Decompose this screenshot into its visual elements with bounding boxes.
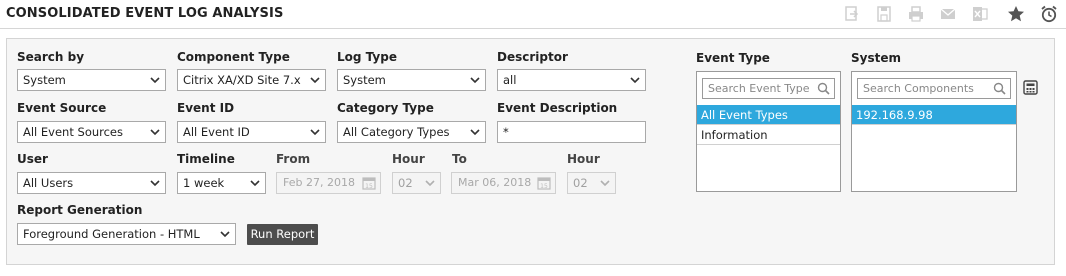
chevron-down-icon [470,129,480,136]
list-item[interactable]: All Event Types [697,105,840,125]
chevron-down-icon [150,129,160,136]
schedule-alarm-icon[interactable] [1039,4,1059,24]
print-icon[interactable] [906,4,926,24]
list-item[interactable]: Information [697,125,840,145]
title-bar: CONSOLIDATED EVENT LOG ANALYSIS [0,0,1066,29]
event-id-value: All Event ID [183,125,250,139]
event-type-search-placeholder: Search Event Type [708,82,810,95]
chevron-down-icon [150,77,160,84]
log-type-value: System [343,73,386,87]
descriptor-label: Descriptor [497,50,568,64]
component-type-value: Citrix XA/XD Site 7.x [183,73,301,87]
chevron-down-icon [220,231,230,238]
search-by-value: System [23,73,66,87]
from-hour-value: 02 [398,176,413,190]
descriptor-value: all [503,73,517,87]
event-id-label: Event ID [177,101,235,115]
system-listbox[interactable]: Search Components 192.168.9.98 [851,71,1017,192]
timeline-label: Timeline [177,152,235,166]
page-title: CONSOLIDATED EVENT LOG ANALYSIS [6,6,284,21]
search-by-select[interactable]: System [17,69,166,91]
excel-icon[interactable] [970,4,990,24]
system-label: System [851,51,901,65]
user-label: User [17,152,48,166]
svg-text:15: 15 [540,183,548,190]
from-date-input[interactable]: Feb 27, 2018 15 [276,172,381,194]
timeline-value: 1 week [183,176,225,190]
chevron-down-icon [310,129,320,136]
event-source-value: All Event Sources [23,125,124,139]
category-type-label: Category Type [337,101,434,115]
report-generation-select[interactable]: Foreground Generation - HTML [17,223,236,245]
from-date-value: Feb 27, 2018 [283,176,355,189]
event-source-select[interactable]: All Event Sources [17,121,166,143]
svg-text:15: 15 [365,183,373,190]
category-type-value: All Category Types [343,125,450,139]
event-description-input[interactable]: * [497,121,646,143]
search-icon [817,82,830,95]
system-search-input[interactable]: Search Components [857,78,1011,99]
to-label: To [452,152,467,166]
event-type-label: Event Type [696,51,770,65]
chevron-down-icon [425,180,435,187]
log-type-label: Log Type [337,50,397,64]
list-item[interactable]: 192.168.9.98 [852,105,1016,125]
export-icon[interactable] [842,4,862,24]
to-date-value: Mar 06, 2018 [458,176,532,189]
chevron-down-icon [250,180,260,187]
run-report-button[interactable]: Run Report [247,224,318,245]
chevron-down-icon [310,77,320,84]
system-search-placeholder: Search Components [863,82,974,95]
to-hour-label: Hour [567,152,600,166]
event-type-search-input[interactable]: Search Event Type [702,78,835,99]
chevron-down-icon [630,77,640,84]
component-type-select[interactable]: Citrix XA/XD Site 7.x [177,69,326,91]
event-description-label: Event Description [497,101,618,115]
chevron-down-icon [470,77,480,84]
chevron-down-icon [150,180,160,187]
user-select[interactable]: All Users [17,172,166,194]
event-id-select[interactable]: All Event ID [177,121,326,143]
chevron-down-icon [600,180,610,187]
to-hour-select[interactable]: 02 [567,172,616,194]
component-type-label: Component Type [177,50,290,64]
search-icon [993,82,1006,95]
component-selector-icon[interactable] [1023,80,1038,95]
filter-panel: Search by System Component Type Citrix X… [6,38,1055,265]
event-type-listbox[interactable]: Search Event Type All Event Types Inform… [696,71,841,192]
save-icon[interactable] [874,4,894,24]
from-hour-select[interactable]: 02 [392,172,441,194]
favorite-star-icon[interactable] [1006,4,1026,24]
from-label: From [276,152,311,166]
category-type-select[interactable]: All Category Types [337,121,486,143]
user-value: All Users [23,176,74,190]
calendar-icon[interactable]: 15 [362,176,376,190]
descriptor-select[interactable]: all [497,69,646,91]
timeline-select[interactable]: 1 week [177,172,266,194]
mail-icon[interactable] [938,4,958,24]
event-source-label: Event Source [17,101,107,115]
search-by-label: Search by [17,50,85,64]
report-generation-value: Foreground Generation - HTML [23,227,200,241]
from-hour-label: Hour [392,152,425,166]
log-type-select[interactable]: System [337,69,486,91]
report-generation-label: Report Generation [17,203,143,217]
calendar-icon[interactable]: 15 [537,176,551,190]
to-hour-value: 02 [573,176,588,190]
to-date-input[interactable]: Mar 06, 2018 15 [451,172,556,194]
